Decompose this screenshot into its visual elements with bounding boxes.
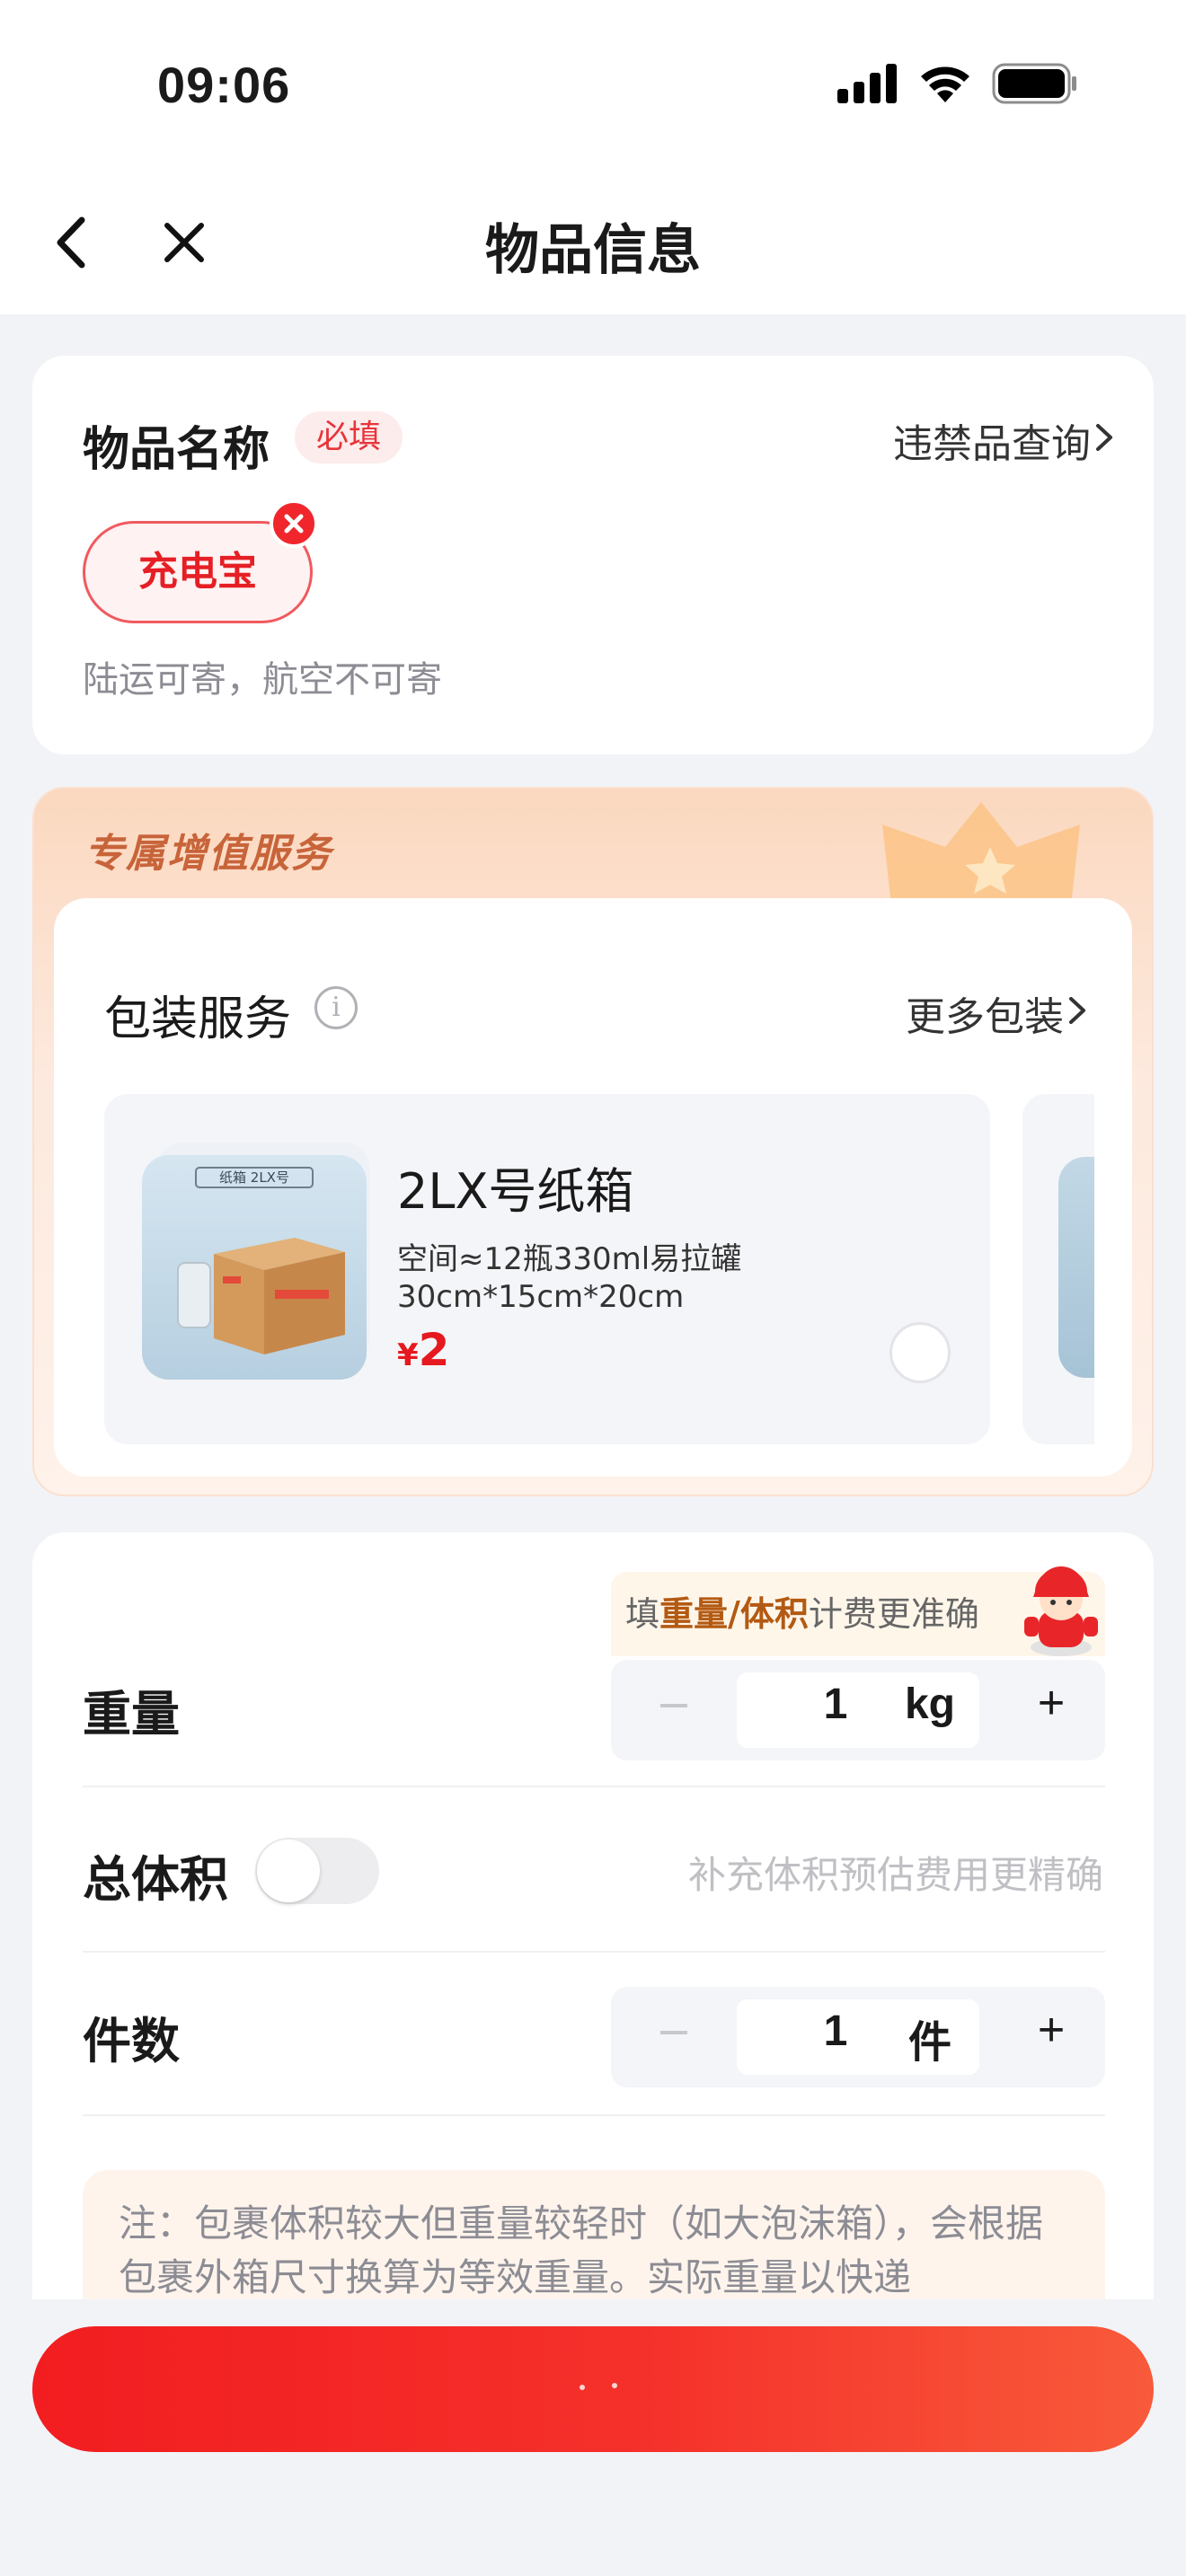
volume-label: 总体积 [83, 1851, 228, 1908]
volume-toggle[interactable] [255, 1838, 379, 1904]
count-unit: 件 [907, 2019, 951, 2067]
count-decrement-button[interactable]: − [647, 2007, 701, 2057]
chevron-right-icon[interactable] [1064, 988, 1091, 1033]
box-thumbnail-next [1058, 1157, 1094, 1378]
tip-highlight: 重量/体积 [659, 1594, 809, 1634]
weight-unit: kg [904, 1681, 955, 1728]
weight-increment-button[interactable]: + [1024, 1676, 1078, 1730]
status-icons [837, 63, 1078, 104]
price-currency: ¥ [397, 1337, 419, 1373]
toggle-knob [257, 1839, 320, 1902]
price-value: 2 [418, 1324, 450, 1376]
prohibited-items-link[interactable]: 违禁品查询 [893, 411, 1091, 469]
divider [83, 1786, 1105, 1787]
info-icon[interactable]: i [314, 986, 358, 1029]
crown-decoration-icon [882, 802, 1080, 905]
service-header: 专属增值服务 [84, 831, 332, 877]
count-value: 1 [823, 2007, 848, 2055]
remove-item-icon[interactable] [270, 499, 318, 548]
packaging-title: 包装服务 [104, 992, 292, 1046]
bottom-bar [0, 2299, 1186, 2576]
courier-mascot-icon [1024, 1566, 1098, 1656]
status-time: 09:06 [157, 57, 291, 113]
packaging-capacity: 空间≈12瓶330ml易拉罐 [397, 1241, 742, 1277]
divider [83, 1951, 1105, 1953]
signal-icon [837, 64, 897, 103]
divider [83, 2114, 1105, 2116]
wifi-icon [921, 66, 969, 102]
packaging-select-radio[interactable] [890, 1322, 951, 1383]
packaging-name: 2LX号纸箱 [397, 1163, 634, 1220]
battery-icon [992, 63, 1076, 104]
volume-hint: 补充体积预估费用更精确 [687, 1853, 1103, 1897]
packaging-option-card-next[interactable] [1022, 1094, 1094, 1444]
loading-dots-icon [580, 2383, 617, 2390]
weight-value: 1 [823, 1681, 848, 1728]
value-added-service-card: 专属增值服务 包装服务 i 更多包装 纸箱 2LX号 2LX号纸箱 空间≈12瓶… [32, 787, 1154, 1496]
tip-suffix: 计费更准确 [808, 1594, 979, 1634]
packaging-panel: 包装服务 i 更多包装 纸箱 2LX号 2LX号纸箱 空间≈12瓶330ml易拉… [54, 898, 1132, 1477]
weight-input[interactable]: 1 kg [737, 1672, 979, 1748]
status-bar: 09:06 [0, 0, 1186, 171]
packaging-option-card[interactable]: 纸箱 2LX号 2LX号纸箱 空间≈12瓶330ml易拉罐 30cm*15cm*… [104, 1094, 990, 1444]
weight-label: 重量 [83, 1686, 180, 1742]
thumbnail-label: 纸箱 2LX号 [219, 1169, 289, 1186]
more-packaging-link[interactable]: 更多包装 [906, 984, 1064, 1042]
weight-stepper: − 1 kg + [611, 1660, 1105, 1760]
count-input[interactable]: 1 件 [737, 1999, 979, 2075]
item-name-card: 物品名称 必填 违禁品查询 充电宝 陆运可寄，航空不可寄 [32, 356, 1154, 754]
count-label: 件数 [83, 2013, 180, 2069]
chevron-right-icon[interactable] [1091, 415, 1118, 460]
item-name-title: 物品名称 [83, 423, 270, 477]
weight-decrement-button[interactable]: − [647, 1680, 701, 1730]
tip-prefix: 填 [625, 1594, 660, 1634]
count-increment-button[interactable]: + [1024, 2003, 1078, 2057]
box-thumbnail: 纸箱 2LX号 [142, 1155, 367, 1380]
submit-button[interactable] [32, 2326, 1154, 2452]
page-title: 物品信息 [485, 219, 701, 282]
required-badge: 必填 [295, 411, 403, 463]
shipping-restriction-note: 陆运可寄，航空不可寄 [83, 659, 442, 701]
count-stepper: − 1 件 + [611, 1987, 1105, 2087]
nav-bar: 物品信息 [0, 171, 1186, 314]
packaging-price: ¥2 [397, 1324, 449, 1376]
packaging-size: 30cm*15cm*20cm [397, 1279, 685, 1315]
